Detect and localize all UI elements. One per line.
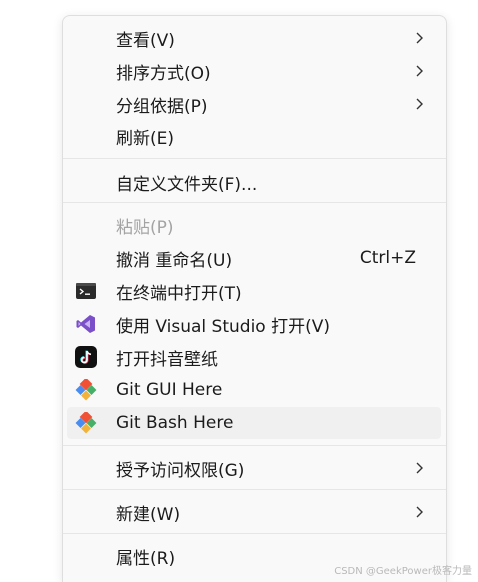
menu-item-shortcut: Ctrl+Z xyxy=(359,248,416,268)
context-menu: 查看(V) 排序方式(O) 分组依据(P) 刷新(E) 自定义文件夹(F)...… xyxy=(62,15,447,582)
menu-item-label: Git GUI Here xyxy=(116,380,223,400)
menu-separator xyxy=(63,533,446,534)
chevron-right-icon xyxy=(416,462,423,474)
menu-item-view[interactable]: 查看(V) xyxy=(67,22,441,54)
menu-item-label: 自定义文件夹(F)... xyxy=(116,174,258,195)
chevron-right-icon xyxy=(416,32,423,44)
menu-item-refresh[interactable]: 刷新(E) xyxy=(67,120,441,152)
menu-separator xyxy=(63,202,446,203)
menu-item-label: 查看(V) xyxy=(116,30,175,51)
menu-item-open-douyin-wallpaper[interactable]: 打开抖音壁纸 xyxy=(67,341,441,373)
douyin-icon xyxy=(75,346,97,368)
visual-studio-icon xyxy=(76,315,95,333)
menu-separator xyxy=(63,489,446,490)
menu-item-label: 刷新(E) xyxy=(116,128,175,149)
terminal-icon xyxy=(76,283,96,299)
menu-item-label: 分组依据(P) xyxy=(116,96,208,117)
menu-item-label: 粘贴(P) xyxy=(116,217,174,238)
watermark: CSDN @GeekPower极客力量 xyxy=(334,566,472,577)
menu-item-label: 属性(R) xyxy=(116,548,176,569)
menu-item-paste: 粘贴(P) xyxy=(67,209,441,241)
menu-item-label: 使用 Visual Studio 打开(V) xyxy=(116,316,331,337)
menu-item-label: 新建(W) xyxy=(116,504,181,525)
chevron-right-icon xyxy=(416,65,423,77)
menu-item-label: 打开抖音壁纸 xyxy=(116,349,218,370)
git-icon xyxy=(75,412,97,434)
menu-item-label: 授予访问权限(G) xyxy=(116,460,245,481)
menu-item-give-access-to[interactable]: 授予访问权限(G) xyxy=(67,452,441,484)
menu-item-undo-rename[interactable]: 撤消 重命名(U) Ctrl+Z xyxy=(67,242,441,274)
git-icon xyxy=(75,379,97,401)
menu-item-customize-folder[interactable]: 自定义文件夹(F)... xyxy=(67,166,441,198)
menu-item-git-bash-here[interactable]: Git Bash Here xyxy=(67,407,441,439)
menu-item-label: 排序方式(O) xyxy=(116,63,211,84)
menu-item-open-in-terminal[interactable]: 在终端中打开(T) xyxy=(67,275,441,307)
menu-item-label: 撤消 重命名(U) xyxy=(116,250,233,271)
menu-item-git-gui-here[interactable]: Git GUI Here xyxy=(67,374,441,406)
menu-item-label: 在终端中打开(T) xyxy=(116,283,242,304)
menu-item-group-by[interactable]: 分组依据(P) xyxy=(67,88,441,120)
menu-item-label: Git Bash Here xyxy=(116,413,234,433)
menu-item-sort-by[interactable]: 排序方式(O) xyxy=(67,55,441,87)
menu-separator xyxy=(63,445,446,446)
chevron-right-icon xyxy=(416,506,423,518)
menu-separator xyxy=(63,158,446,159)
menu-item-new[interactable]: 新建(W) xyxy=(67,496,441,528)
menu-item-open-with-visual-studio[interactable]: 使用 Visual Studio 打开(V) xyxy=(67,308,441,340)
chevron-right-icon xyxy=(416,98,423,110)
